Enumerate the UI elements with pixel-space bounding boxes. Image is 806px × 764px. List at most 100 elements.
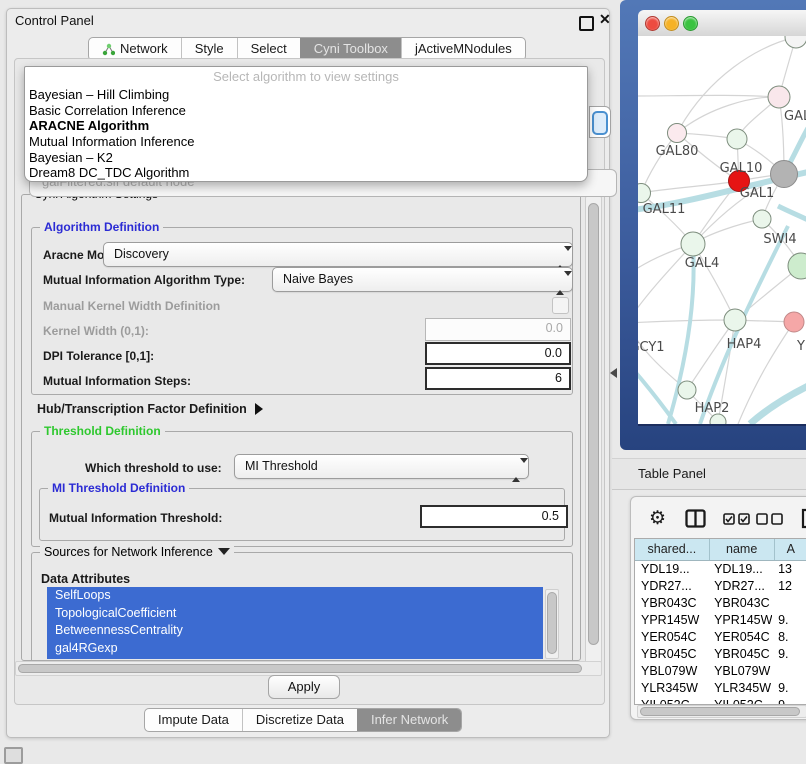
cell[interactable]: YIL052C: [708, 697, 772, 705]
popup-item[interactable]: Dream8 DC_TDC Algorithm: [25, 165, 587, 181]
node-y-pink[interactable]: [784, 312, 804, 332]
settings-vertical-scrollbar[interactable]: [585, 196, 602, 663]
node-gray[interactable]: [771, 161, 798, 188]
cell[interactable]: YBL079W: [708, 663, 772, 680]
network-canvas[interactable]: GAL GAL80 GAL10 GAL1 GAL11 SWI4 GAL4 GCY…: [638, 36, 806, 426]
tab-network[interactable]: Network: [89, 38, 181, 60]
dpi-tolerance-field[interactable]: 0.0: [425, 342, 571, 365]
table-row[interactable]: YBL079WYBL079W: [635, 663, 806, 680]
node[interactable]: [785, 36, 806, 48]
node-swi4[interactable]: [788, 253, 806, 279]
cell[interactable]: 8.: [772, 629, 806, 646]
cell[interactable]: YPR145W: [708, 612, 772, 629]
cell[interactable]: YER054C: [708, 629, 772, 646]
tab-cyni-toolbox[interactable]: Cyni Toolbox: [300, 38, 401, 60]
cell[interactable]: 13: [772, 561, 806, 578]
node-hap2[interactable]: [678, 381, 696, 399]
cell[interactable]: YBR043C: [635, 595, 708, 612]
cell[interactable]: YDR27...: [635, 578, 708, 595]
apply-button[interactable]: Apply: [268, 675, 340, 699]
popup-item[interactable]: Bayesian – Hill Climbing: [25, 87, 587, 103]
table-row[interactable]: YER054CYER054C8.: [635, 629, 806, 646]
tab-impute-data[interactable]: Impute Data: [145, 709, 242, 731]
scrollbar-thumb[interactable]: [588, 203, 599, 645]
float-window-icon[interactable]: [579, 16, 594, 31]
cell[interactable]: YLR345W: [708, 680, 772, 697]
node[interactable]: [753, 210, 771, 228]
list-item[interactable]: gal4RGexp: [47, 640, 543, 658]
cell[interactable]: YDR27...: [708, 578, 772, 595]
column-browser-icon[interactable]: [685, 509, 706, 528]
network-window-titlebar[interactable]: [638, 10, 806, 37]
deselect-all-checkboxes-icon[interactable]: [756, 513, 783, 525]
attribute-list-scrollbar[interactable]: [545, 589, 559, 659]
scrollbar-thumb[interactable]: [640, 707, 800, 716]
cell[interactable]: [772, 595, 806, 612]
gear-icon[interactable]: ⚙: [649, 509, 666, 529]
tab-style[interactable]: Style: [181, 38, 237, 60]
node-gal10[interactable]: [727, 129, 747, 149]
cell[interactable]: YBR045C: [708, 646, 772, 663]
table-row[interactable]: YDL19...YDL19...13: [635, 561, 806, 578]
list-item[interactable]: SelfLoops: [47, 587, 543, 605]
mi-threshold-field[interactable]: 0.5: [420, 505, 568, 528]
column-header-name[interactable]: name: [710, 539, 775, 560]
table-row[interactable]: YDR27...YDR27...12: [635, 578, 806, 595]
node-gal80[interactable]: [668, 124, 687, 143]
corner-panel-button[interactable]: [4, 747, 23, 764]
table-row[interactable]: YLR345WYLR345W9.: [635, 680, 806, 697]
sources-toggle[interactable]: Sources for Network Inference: [40, 545, 234, 559]
which-threshold-combo[interactable]: MI Threshold: [234, 454, 529, 479]
popup-item-selected[interactable]: ARACNE Algorithm: [25, 118, 587, 134]
scrollbar-thumb[interactable]: [18, 664, 582, 673]
node-gal[interactable]: [768, 86, 790, 108]
hub-definition-toggle[interactable]: Hub/Transcription Factor Definition: [37, 402, 263, 416]
algorithm-combo-fragment[interactable]: [589, 106, 611, 138]
popup-item[interactable]: Basic Correlation Inference: [25, 103, 587, 119]
table-row[interactable]: YBR043CYBR043C: [635, 595, 806, 612]
table-row[interactable]: YBR045CYBR045C9.: [635, 646, 806, 663]
popup-item[interactable]: Bayesian – K2: [25, 150, 587, 166]
cell[interactable]: YIL052C: [635, 697, 708, 705]
tab-jactivemnodules[interactable]: jActiveMNodules: [401, 38, 525, 60]
table-horizontal-scrollbar[interactable]: [637, 705, 806, 718]
cell[interactable]: YBR045C: [635, 646, 708, 663]
list-item[interactable]: TopologicalCoefficient: [47, 605, 543, 623]
cell[interactable]: 9.: [772, 697, 806, 705]
cell[interactable]: YDL19...: [708, 561, 772, 578]
table-row[interactable]: YIL052CYIL052C9.: [635, 697, 806, 705]
aracne-mode-combo[interactable]: Discovery: [103, 242, 573, 267]
cell[interactable]: YER054C: [635, 629, 708, 646]
column-header-shared-name[interactable]: shared...: [635, 539, 710, 560]
close-icon[interactable]: ✕: [599, 11, 611, 28]
node-gal4[interactable]: [681, 232, 705, 256]
cell[interactable]: YBL079W: [635, 663, 708, 680]
node-hap4[interactable]: [724, 309, 746, 331]
cell[interactable]: YBR043C: [708, 595, 772, 612]
close-traffic-light-icon[interactable]: [645, 16, 660, 31]
list-item[interactable]: BetweennessCentrality: [47, 622, 543, 640]
cell[interactable]: 12: [772, 578, 806, 595]
mi-type-combo[interactable]: Naive Bayes: [272, 267, 573, 292]
popup-item[interactable]: Mutual Information Inference: [25, 134, 587, 150]
splitpane-collapse-icon[interactable]: [610, 368, 617, 378]
tab-discretize-data[interactable]: Discretize Data: [242, 709, 357, 731]
mi-steps-field[interactable]: 6: [425, 367, 571, 390]
tab-select[interactable]: Select: [237, 38, 300, 60]
cell[interactable]: [772, 663, 806, 680]
zoom-traffic-light-icon[interactable]: [683, 16, 698, 31]
tab-infer-network[interactable]: Infer Network: [357, 709, 461, 731]
select-all-checkboxes-icon[interactable]: [723, 513, 750, 525]
column-header-clipped[interactable]: A: [775, 539, 806, 560]
settings-horizontal-scrollbar[interactable]: [15, 661, 602, 676]
cell[interactable]: YLR345W: [635, 680, 708, 697]
document-icon[interactable]: [801, 508, 806, 529]
cell[interactable]: YDL19...: [635, 561, 708, 578]
cell[interactable]: 9.: [772, 646, 806, 663]
cell[interactable]: 9.: [772, 680, 806, 697]
minimize-traffic-light-icon[interactable]: [664, 16, 679, 31]
scrollbar-thumb[interactable]: [547, 592, 557, 654]
table-row[interactable]: YPR145WYPR145W9.: [635, 612, 806, 629]
cell[interactable]: YPR145W: [635, 612, 708, 629]
cell[interactable]: 9.: [772, 612, 806, 629]
